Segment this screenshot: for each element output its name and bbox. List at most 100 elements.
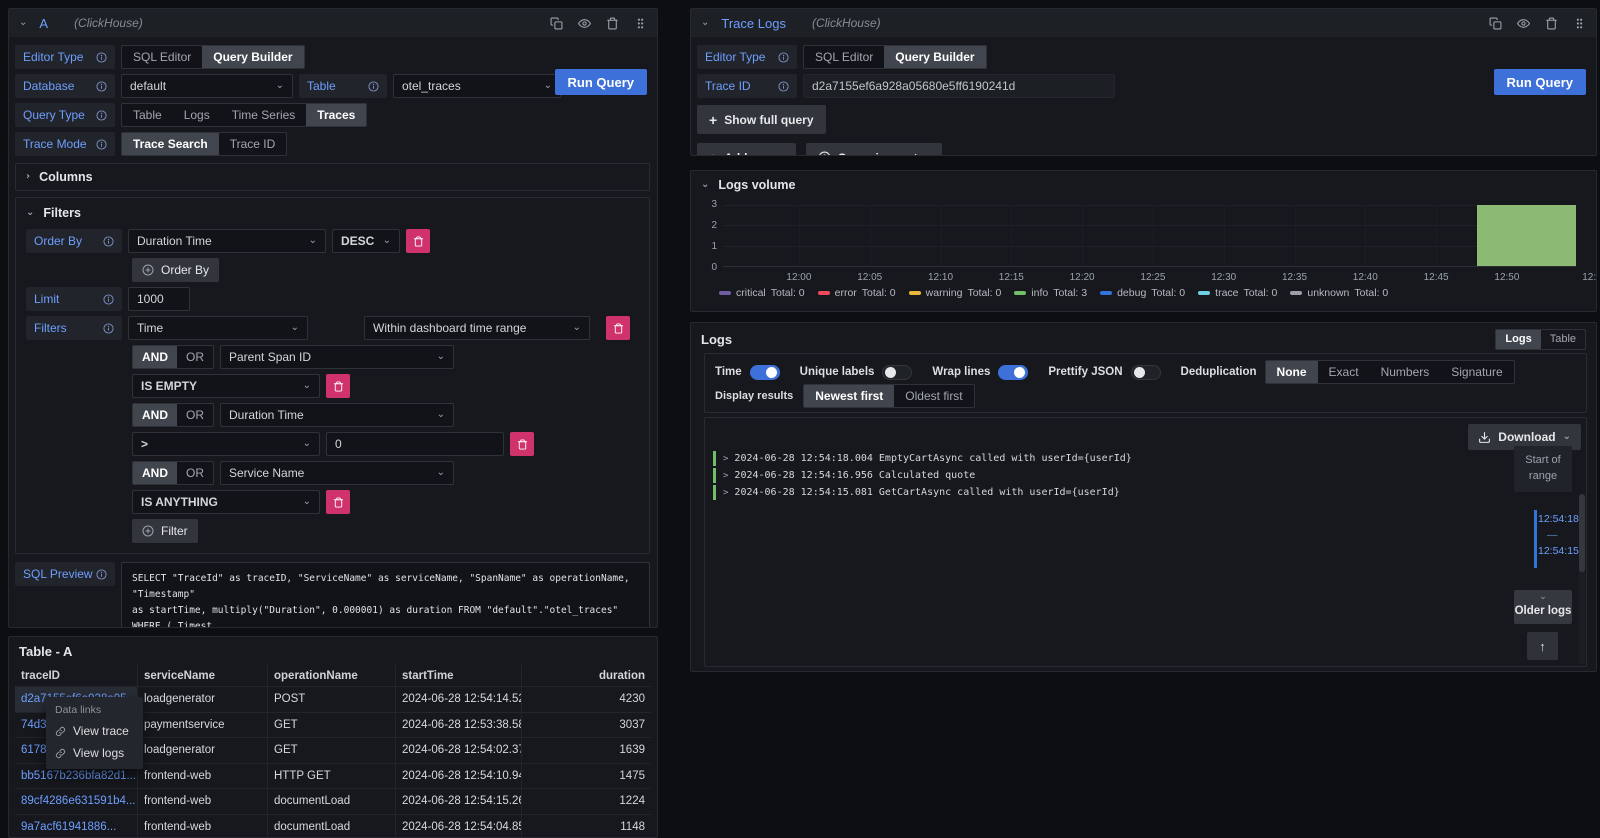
database-select[interactable]: default⌄	[121, 74, 293, 98]
and-option[interactable]: AND	[133, 462, 177, 484]
query-type-logs[interactable]: Logs	[173, 104, 221, 126]
log-row[interactable]: > 2024-06-28 12:54:18.004 EmptyCartAsync…	[713, 450, 1132, 467]
remove-condition-button[interactable]	[510, 432, 534, 456]
and-option[interactable]: AND	[133, 346, 177, 368]
scroll-to-top-button[interactable]: ↑	[1527, 632, 1558, 660]
filter-range-select[interactable]: Within dashboard time range⌄	[364, 316, 590, 340]
newest-first-option[interactable]: Newest first	[804, 385, 894, 407]
copy-icon[interactable]	[550, 17, 563, 30]
remove-filter-button[interactable]	[606, 316, 630, 340]
legend-item[interactable]: traceTotal: 0	[1198, 287, 1277, 299]
view-trace-menu-item[interactable]: View trace	[46, 720, 143, 742]
filters-section-header[interactable]: ⌄Filters	[26, 206, 639, 220]
condition-operator-select[interactable]: >⌄	[132, 432, 320, 456]
oldest-first-option[interactable]: Oldest first	[894, 385, 973, 407]
logs-volume-chart[interactable]: 12:00 12:05 12:10 12:15 12:20 12:25 12:3…	[723, 205, 1576, 267]
filter-field-select[interactable]: Time⌄	[128, 316, 308, 340]
older-logs-button[interactable]: ⌄ Older logs	[1514, 590, 1572, 624]
add-query-button[interactable]: + Add query	[697, 143, 796, 156]
legend-item[interactable]: errorTotal: 0	[818, 287, 896, 299]
sql-editor-option[interactable]: SQL Editor	[804, 46, 884, 68]
col-header-operationname[interactable]: operationName	[267, 665, 395, 687]
columns-section[interactable]: ›Columns	[15, 163, 650, 191]
toggle-switch[interactable]	[998, 365, 1028, 380]
time-toggle[interactable]: Time	[715, 365, 780, 380]
panel-title[interactable]: A	[39, 16, 48, 31]
col-header-traceid[interactable]: traceID	[15, 665, 137, 687]
run-query-button[interactable]: Run Query	[1494, 69, 1586, 95]
col-header-servicename[interactable]: serviceName	[137, 665, 267, 687]
query-builder-option[interactable]: Query Builder	[884, 46, 985, 68]
toggle-switch[interactable]	[750, 365, 780, 380]
add-filter-button[interactable]: Filter	[132, 519, 198, 543]
dedup-numbers[interactable]: Numbers	[1370, 361, 1441, 383]
query-type-timeseries[interactable]: Time Series	[221, 104, 307, 126]
log-row[interactable]: > 2024-06-28 12:54:16.956 Calculated quo…	[713, 467, 1132, 484]
logs-scrollbar[interactable]	[1579, 494, 1585, 664]
remove-condition-button[interactable]	[326, 490, 350, 514]
prettify-json-toggle[interactable]: Prettify JSON	[1048, 365, 1160, 380]
remove-condition-button[interactable]	[326, 374, 350, 398]
or-option[interactable]: OR	[177, 462, 213, 484]
dedup-signature[interactable]: Signature	[1440, 361, 1513, 383]
trash-icon[interactable]	[606, 17, 619, 30]
query-type-table[interactable]: Table	[122, 104, 173, 126]
wrap-lines-toggle[interactable]: Wrap lines	[932, 365, 1028, 380]
order-by-field-select[interactable]: Duration Time⌄	[128, 229, 326, 253]
or-option[interactable]: OR	[177, 404, 213, 426]
condition-field-select[interactable]: Service Name⌄	[220, 461, 454, 485]
legend-item[interactable]: infoTotal: 3	[1014, 287, 1087, 299]
condition-field-select[interactable]: Parent Span ID⌄	[220, 345, 454, 369]
trace-id-option[interactable]: Trace ID	[219, 133, 287, 155]
query-type-traces[interactable]: Traces	[306, 104, 366, 126]
log-range-bar[interactable]	[1534, 510, 1537, 568]
trace-link[interactable]: 89cf4286e631591b4...	[15, 789, 137, 815]
run-query-button[interactable]: Run Query	[555, 69, 647, 95]
log-row[interactable]: > 2024-06-28 12:54:15.081 GetCartAsync c…	[713, 484, 1132, 501]
query-inspector-button[interactable]: Query inspector	[806, 143, 942, 156]
expand-icon[interactable]: >	[723, 471, 728, 481]
legend-item[interactable]: unknownTotal: 0	[1290, 287, 1388, 299]
add-order-by-button[interactable]: Order By	[132, 258, 219, 282]
trace-link[interactable]: 9a7acf61941886...	[15, 815, 137, 838]
limit-input[interactable]: 1000	[128, 287, 190, 311]
scrollbar-thumb[interactable]	[1579, 494, 1585, 572]
legend-item[interactable]: warningTotal: 0	[909, 287, 1002, 299]
query-builder-option[interactable]: Query Builder	[202, 46, 303, 68]
dedup-none[interactable]: None	[1266, 361, 1318, 383]
show-full-query-button[interactable]: + Show full query	[697, 105, 826, 134]
copy-icon[interactable]	[1489, 17, 1502, 30]
eye-icon[interactable]	[1517, 17, 1530, 30]
unique-labels-toggle[interactable]: Unique labels	[800, 365, 913, 380]
condition-operator-select[interactable]: IS EMPTY⌄	[132, 374, 320, 398]
condition-value-input[interactable]: 0	[326, 432, 504, 456]
trace-id-input[interactable]: d2a7155ef6a928a05680e5ff6190241d	[803, 74, 1115, 98]
dedup-exact[interactable]: Exact	[1318, 361, 1370, 383]
view-logs-menu-item[interactable]: View logs	[46, 742, 143, 764]
panel-title[interactable]: Trace Logs	[721, 16, 786, 31]
remove-order-by-button[interactable]	[406, 229, 430, 253]
table-view-option[interactable]: Table	[1541, 330, 1585, 349]
sql-editor-option[interactable]: SQL Editor	[122, 46, 202, 68]
eye-icon[interactable]	[578, 17, 591, 30]
legend-item[interactable]: criticalTotal: 0	[719, 287, 805, 299]
chevron-down-icon[interactable]: ⌄	[19, 18, 27, 28]
trash-icon[interactable]	[1545, 17, 1558, 30]
expand-icon[interactable]: >	[723, 454, 728, 464]
drag-handle-icon[interactable]	[634, 17, 647, 30]
table-select[interactable]: otel_traces⌄	[393, 74, 561, 98]
order-by-direction-select[interactable]: DESC⌄	[332, 229, 400, 253]
logs-volume-title[interactable]: ⌄ Logs volume	[691, 171, 1596, 192]
condition-operator-select[interactable]: IS ANYTHING⌄	[132, 490, 320, 514]
expand-icon[interactable]: >	[723, 488, 728, 498]
logs-view-option[interactable]: Logs	[1496, 330, 1540, 349]
trace-search-option[interactable]: Trace Search	[122, 133, 219, 155]
col-header-duration[interactable]: duration	[521, 665, 651, 687]
and-option[interactable]: AND	[133, 404, 177, 426]
info-log-volume-bar[interactable]	[1477, 205, 1576, 266]
drag-handle-icon[interactable]	[1573, 17, 1586, 30]
chevron-down-icon[interactable]: ⌄	[701, 18, 709, 28]
col-header-starttime[interactable]: startTime	[395, 665, 521, 687]
legend-item[interactable]: debugTotal: 0	[1100, 287, 1185, 299]
condition-field-select[interactable]: Duration Time⌄	[220, 403, 454, 427]
